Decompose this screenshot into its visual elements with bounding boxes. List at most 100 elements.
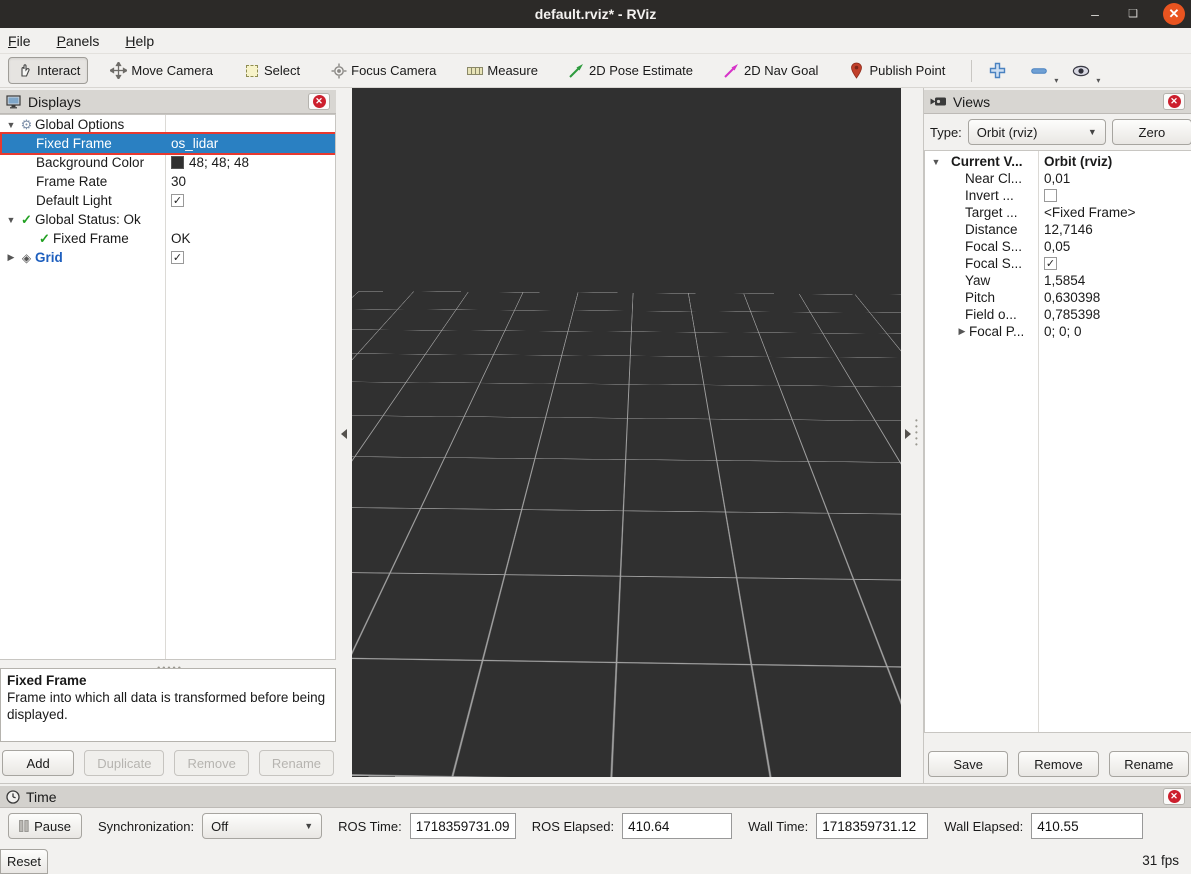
wall-time-input[interactable] [816,813,928,839]
row-value[interactable]: 12,7146 [1044,222,1093,237]
row-value[interactable]: 0,01 [1044,171,1070,186]
tree-row-focal-shape-fixed[interactable]: Focal S... [925,255,1191,272]
duplicate-button[interactable]: Duplicate [84,750,164,776]
interact-tool-label: Interact [37,63,80,78]
row-value[interactable]: 30 [171,174,186,189]
save-button[interactable]: Save [928,751,1008,777]
collapse-right-icon[interactable] [905,429,911,439]
tree-row-frame-rate[interactable]: Frame Rate 30 [0,172,335,191]
remove-view-button[interactable]: Remove [1018,751,1098,777]
add-button[interactable]: Add [2,750,74,776]
tree-row-fixed-frame[interactable]: Fixed Frame os_lidar [0,134,335,153]
title-bar[interactable]: default.rviz* - RViz – ❑ ✕ [0,0,1191,28]
time-panel-header[interactable]: Time ✕ [0,786,1191,808]
tree-row-field-of-view[interactable]: Field o... 0,785398 [925,306,1191,323]
chevron-down-icon[interactable]: ▼ [4,215,18,225]
map-pin-icon [848,62,865,79]
tree-row-grid[interactable]: ▶◈Grid [0,248,335,267]
menu-file[interactable]: File [8,33,31,49]
tree-row-global-options[interactable]: ▼⚙Global Options [0,115,335,134]
nav-goal-tool-button[interactable]: 2D Nav Goal [715,57,826,84]
remove-button[interactable]: Remove [174,750,248,776]
tree-row-current-view[interactable]: ▼Current V... Orbit (rviz) [925,153,1191,170]
chevron-down-icon[interactable]: ▾ [1054,76,1058,85]
splitter-handle[interactable]: ••••• [915,418,918,448]
toolbar-separator [971,60,972,82]
chevron-down-icon[interactable]: ▼ [929,157,943,167]
time-close-button[interactable]: ✕ [1163,788,1185,805]
select-tool-button[interactable]: Select [235,57,308,84]
interact-tool-button[interactable]: Interact [8,57,88,84]
invert-z-checkbox[interactable] [1044,189,1057,202]
remove-tool-button[interactable]: ▾ [1028,60,1050,82]
row-value[interactable]: 0,05 [1044,239,1070,254]
left-splitter[interactable] [336,88,352,783]
tree-row-focal-point[interactable]: ▶Focal P... 0; 0; 0 [925,323,1191,340]
chevron-down-icon[interactable]: ▼ [4,120,18,130]
close-icon[interactable]: ✕ [1163,3,1185,25]
zero-button[interactable]: Zero [1112,119,1191,145]
chevron-right-icon[interactable]: ▶ [955,326,969,337]
tree-row-invert-z[interactable]: Invert ... [925,187,1191,204]
row-value[interactable]: 48; 48; 48 [189,155,249,170]
tool-visibility-button[interactable]: ▾ [1070,60,1092,82]
tree-row-global-status[interactable]: ▼✓Global Status: Ok [0,210,335,229]
ros-time-input[interactable] [410,813,516,839]
row-value[interactable]: <Fixed Frame> [1044,205,1136,220]
tree-row-yaw[interactable]: Yaw 1,5854 [925,272,1191,289]
row-value[interactable]: os_lidar [171,136,218,151]
focus-camera-tool-label: Focus Camera [351,63,436,78]
tree-row-target-frame[interactable]: Target ... <Fixed Frame> [925,204,1191,221]
focus-camera-tool-button[interactable]: Focus Camera [322,57,444,84]
add-tool-button[interactable] [986,60,1008,82]
tree-row-background-color[interactable]: Background Color 48; 48; 48 [0,153,335,172]
rviz-window: default.rviz* - RViz – ❑ ✕ File Panels H… [0,0,1191,873]
chevron-down-icon[interactable]: ▾ [1096,76,1100,85]
views-panel-title: Views [953,94,990,110]
view-type-dropdown[interactable]: Orbit (rviz) ▼ [968,119,1106,145]
collapse-left-icon[interactable] [341,429,347,439]
tree-row-near-clip[interactable]: Near Cl... 0,01 [925,170,1191,187]
reset-button[interactable]: Reset [0,849,48,874]
tree-row-distance[interactable]: Distance 12,7146 [925,221,1191,238]
color-swatch[interactable] [171,156,184,169]
menu-help[interactable]: Help [125,33,154,49]
row-value[interactable]: 0; 0; 0 [1044,324,1082,339]
views-panel-header[interactable]: Views ✕ [924,90,1191,114]
chevron-right-icon[interactable]: ▶ [4,252,18,263]
select-box-icon [243,62,260,79]
row-value[interactable]: 0,630398 [1044,290,1100,305]
measure-tool-button[interactable]: Measure [458,57,546,84]
grid-enabled-checkbox[interactable] [171,251,184,264]
focal-shape-checkbox[interactable] [1044,257,1057,270]
ros-elapsed-input[interactable] [622,813,732,839]
nav-goal-tool-label: 2D Nav Goal [744,63,818,78]
close-icon: ✕ [1168,95,1181,108]
tree-row-fixed-frame-status[interactable]: ✓Fixed Frame OK [0,229,335,248]
maximize-icon[interactable]: ❑ [1125,6,1141,22]
views-close-button[interactable]: ✕ [1163,93,1185,110]
publish-point-tool-button[interactable]: Publish Point [840,57,953,84]
menu-panels[interactable]: Panels [57,33,100,49]
wall-elapsed-input[interactable] [1031,813,1143,839]
displays-panel-title: Displays [28,94,81,110]
sync-dropdown[interactable]: Off ▼ [202,813,322,839]
rename-view-button[interactable]: Rename [1109,751,1189,777]
tree-row-focal-shape-size[interactable]: Focal S... 0,05 [925,238,1191,255]
default-light-checkbox[interactable] [171,194,184,207]
right-splitter[interactable]: ••••• [901,88,924,783]
pause-button[interactable]: Pause [8,813,82,839]
displays-panel-header[interactable]: Displays ✕ [0,90,336,114]
minimize-icon[interactable]: – [1087,6,1103,22]
row-label: Distance [965,222,1018,237]
sync-value: Off [211,819,228,834]
render-viewport[interactable] [352,88,901,777]
move-camera-tool-button[interactable]: Move Camera [102,57,221,84]
tree-row-pitch[interactable]: Pitch 0,630398 [925,289,1191,306]
tree-row-default-light[interactable]: Default Light [0,191,335,210]
row-value[interactable]: 0,785398 [1044,307,1100,322]
rename-button[interactable]: Rename [259,750,334,776]
row-value[interactable]: 1,5854 [1044,273,1085,288]
displays-close-button[interactable]: ✕ [308,93,330,110]
pose-estimate-tool-button[interactable]: 2D Pose Estimate [560,57,701,84]
